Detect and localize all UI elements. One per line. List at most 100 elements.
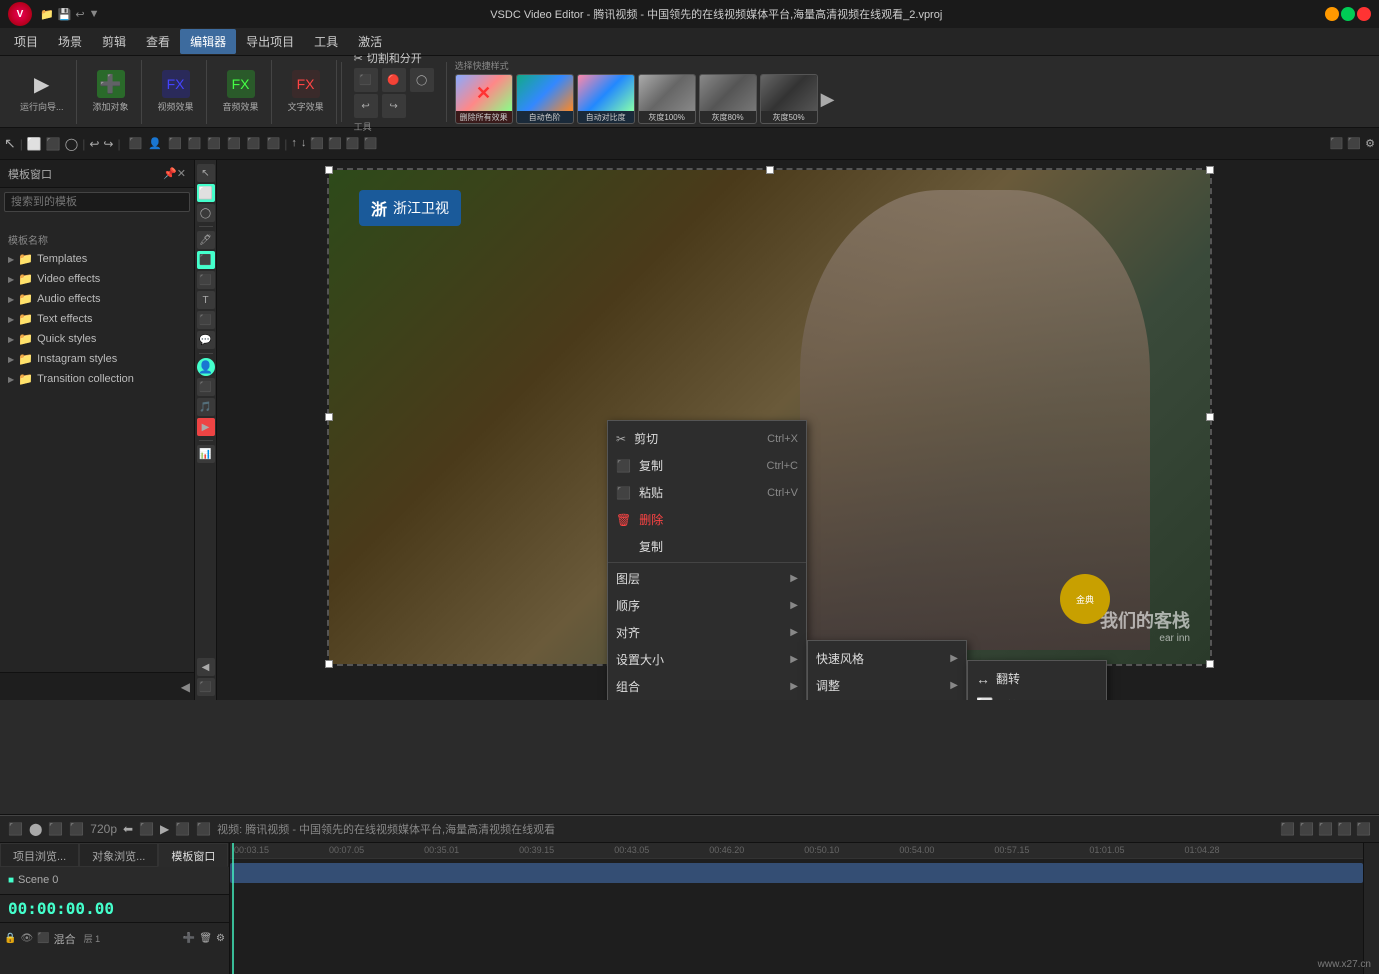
layer-lock-btn[interactable]: 🔒 [4,933,16,944]
tl-right-btn-5[interactable]: ⬛ [1356,822,1371,836]
tree-item-transition[interactable]: ▶ 📁 Transition collection [0,369,194,389]
sec-tool-btn3[interactable]: ⬛ [168,137,182,150]
vert-btn-3[interactable]: ◯ [197,204,215,222]
pin-icon[interactable]: 📌 [163,167,177,180]
sec-tool-btn5[interactable]: ⬛ [207,137,221,150]
menu-editor[interactable]: 编辑器 [180,29,236,54]
vert-active-btn[interactable]: ⬜ [197,184,215,202]
tool-3[interactable]: ⬛ [46,137,61,151]
effect-auto-contrast[interactable]: 自动对比度 [577,74,635,124]
tree-item-instagram[interactable]: ▶ 📁 Instagram styles [0,349,194,369]
vert-select-btn[interactable]: ↖ [197,164,215,182]
tool-2[interactable]: ⬜ [27,137,42,151]
minimize-button[interactable] [1325,7,1339,21]
ctx-group[interactable]: 组合 ▶ [608,673,806,700]
vert-btn-8[interactable]: ⬛ [197,311,215,329]
close-button[interactable] [1357,7,1371,21]
maximize-button[interactable] [1341,7,1355,21]
tab-templates[interactable]: 模板窗口 [158,843,228,867]
align-btn[interactable]: ↑ [291,137,297,150]
align-btn6[interactable]: ⬛ [363,137,377,150]
vert-btn-5[interactable]: ⬛ [197,251,215,269]
vert-btn-6[interactable]: ⬛ [197,271,215,289]
sec-tool-btn6[interactable]: ⬛ [227,137,241,150]
sec-tool-btn4[interactable]: ⬛ [188,137,202,150]
tl-right-btn-4[interactable]: ⬛ [1337,822,1352,836]
sub2-flip[interactable]: ↔翻转 [968,665,1106,692]
effect-gray-100[interactable]: 灰度100% [638,74,696,124]
tl-btn-8[interactable]: ⬛ [175,822,190,836]
tool-5[interactable]: ↩ [89,137,99,151]
sub2-perspective[interactable]: ⬜透视 [968,692,1106,700]
text-effects-button[interactable]: FX 文字效果 [284,68,328,115]
tl-btn-3[interactable]: ⬛ [48,822,63,836]
more-effects-button[interactable]: ▶ [821,74,835,124]
tl-btn-6[interactable]: ⬛ [139,822,154,836]
menu-tools[interactable]: 工具 [304,29,348,54]
add-object-button[interactable]: ➕ 添加对象 [89,68,133,115]
align-btn4[interactable]: ⬛ [328,137,342,150]
menu-project[interactable]: 项目 [4,29,48,54]
cut-tool-btn2[interactable]: 🔴 [382,68,406,92]
timeline-scrollbar[interactable] [1363,843,1379,974]
tool-6[interactable]: ↪ [103,137,113,151]
vert-btn-11[interactable]: 🎵 [197,398,215,416]
tl-right-btn-2[interactable]: ⬛ [1299,822,1314,836]
sub1-filter[interactable]: 滤镜 ▶ [808,699,966,700]
sec-tool-btn8[interactable]: ⬛ [267,137,281,150]
snap-btn[interactable]: ⬛ [1330,137,1344,150]
tree-item-video-effects[interactable]: ▶ 📁 Video effects [0,269,194,289]
cut-tool-btn3[interactable]: ◯ [410,68,434,92]
search-input[interactable] [4,192,190,212]
menu-export[interactable]: 导出项目 [236,29,304,54]
cut-tool-btn4[interactable]: ↩ [354,94,378,118]
align-btn5[interactable]: ⬛ [346,137,360,150]
audio-effects-button[interactable]: FX 音频效果 [219,68,263,115]
tree-item-text-effects[interactable]: ▶ 📁 Text effects [0,309,194,329]
video-effects-button[interactable]: FX 视频效果 [154,68,198,115]
settings-btn[interactable]: ⚙ [1365,137,1375,150]
track-block-1[interactable] [230,863,1363,883]
del-layer-btn[interactable]: 🗑 [199,933,212,944]
tl-btn-2[interactable]: ⬤ [29,822,42,836]
cut-tool-btn5[interactable]: ↪ [382,94,406,118]
cut-tool-btn[interactable]: ⬛ [354,68,378,92]
sec-tool-btn[interactable]: ⬛ [129,137,143,150]
tl-btn-9[interactable]: ⬛ [196,822,211,836]
tree-item-quick-styles[interactable]: ▶ 📁 Quick styles [0,329,194,349]
vert-person-btn[interactable]: 👤 [197,358,215,376]
ctx-cut[interactable]: ✂剪切 Ctrl+X [608,425,806,452]
effect-gray-50[interactable]: 灰度50% [760,74,818,124]
ctx-order[interactable]: 顺序 ▶ [608,592,806,619]
sub1-adjust[interactable]: 调整 ▶ [808,672,966,699]
sec-tool-btn7[interactable]: ⬛ [247,137,261,150]
vert-btn-4[interactable]: 🖊 [197,231,215,249]
menu-edit[interactable]: 剪辑 [92,29,136,54]
ctx-copy[interactable]: ⬛复制 Ctrl+C [608,452,806,479]
layer-settings-btn[interactable]: ⚙ [216,933,225,944]
ctx-paste[interactable]: ⬛粘贴 Ctrl+V [608,479,806,506]
sub1-quick-style[interactable]: 快速风格 ▶ [808,645,966,672]
tl-right-btn-1[interactable]: ⬛ [1280,822,1295,836]
vert-btn-13[interactable]: 📊 [197,445,215,463]
tl-btn-1[interactable]: ⬛ [8,822,23,836]
vert-btn-12[interactable]: ▶ [197,418,215,436]
effect-auto-levels[interactable]: 自动色阶 [516,74,574,124]
select-tool[interactable]: ↖ [4,135,16,152]
tab-project[interactable]: 项目浏览... [0,843,79,867]
vert-btn-14[interactable]: ⬛ [197,678,215,696]
record-btn[interactable]: ⬛ [1347,137,1361,150]
tl-btn-4[interactable]: ⬛ [69,822,84,836]
tl-btn-5[interactable]: ⬅ [123,822,133,836]
tab-objects[interactable]: 对象浏览... [79,843,158,867]
align-btn2[interactable]: ↓ [301,137,307,150]
tree-item-audio-effects[interactable]: ▶ 📁 Audio effects [0,289,194,309]
tl-right-btn-3[interactable]: ⬛ [1318,822,1333,836]
vert-btn-7[interactable]: T [197,291,215,309]
ctx-duplicate[interactable]: ⬛复制 [608,533,806,560]
vert-btn-10[interactable]: ⬛ [197,378,215,396]
add-layer-btn[interactable]: ➕ [183,933,195,944]
sec-tool-btn2[interactable]: 👤 [148,137,162,150]
layer-vis-btn[interactable]: 👁 [20,933,33,944]
vert-btn-9[interactable]: 💬 [197,331,215,349]
